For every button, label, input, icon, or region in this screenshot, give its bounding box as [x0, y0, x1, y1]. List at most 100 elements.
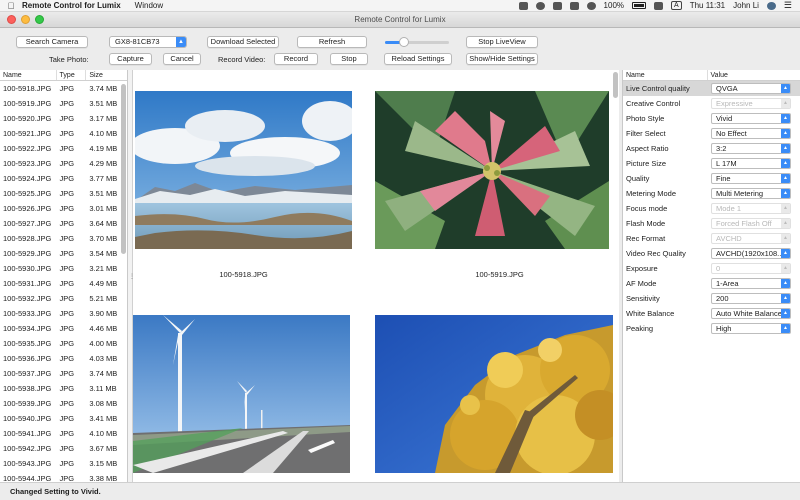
setting-value-select[interactable]: 3:2 ▲	[711, 143, 791, 154]
settings-row[interactable]: Focus mode Mode 1 ▲	[623, 201, 800, 216]
thumbnail-wind-turbines[interactable]	[133, 315, 350, 473]
column-header-setting-name[interactable]: Name	[623, 70, 708, 80]
show-hide-settings-button[interactable]: Show/Hide Settings	[466, 53, 538, 65]
clock[interactable]: Thu 11:31	[690, 1, 725, 10]
apple-menu-icon[interactable]: 	[0, 1, 22, 11]
column-header-name[interactable]: Name	[0, 70, 57, 80]
cast-icon[interactable]	[569, 1, 579, 10]
sync-icon[interactable]	[535, 1, 545, 10]
file-row[interactable]: 100-5939.JPG JPG 3.08 MB	[0, 396, 127, 411]
window-menu[interactable]: Window	[135, 1, 163, 10]
search-camera-button[interactable]: Search Camera	[16, 36, 88, 48]
thumbnail-lake-landscape[interactable]	[135, 91, 352, 249]
stop-liveview-button[interactable]: Stop LiveView	[466, 36, 538, 48]
zoom-slider[interactable]	[385, 37, 449, 47]
file-row[interactable]: 100-5920.JPG JPG 3.17 MB	[0, 111, 127, 126]
settings-row[interactable]: Peaking High ▲	[623, 321, 800, 336]
file-table-scrollbar[interactable]	[121, 84, 126, 254]
app-menu[interactable]: Remote Control for Lumix	[22, 1, 121, 10]
file-row[interactable]: 100-5925.JPG JPG 3.51 MB	[0, 186, 127, 201]
file-row[interactable]: 100-5931.JPG JPG 4.49 MB	[0, 276, 127, 291]
settings-row[interactable]: Picture Size L 17M ▲	[623, 156, 800, 171]
settings-row[interactable]: Sensitivity 200 ▲	[623, 291, 800, 306]
file-row[interactable]: 100-5942.JPG JPG 3.67 MB	[0, 441, 127, 456]
settings-row[interactable]: Photo Style Vivid ▲	[623, 111, 800, 126]
thumbnail-autumn-tree[interactable]	[375, 315, 613, 473]
cancel-button[interactable]: Cancel	[163, 53, 201, 65]
column-header-setting-value[interactable]: Value	[708, 70, 800, 80]
setting-value-select[interactable]: Fine ▲	[711, 173, 791, 184]
capture-button[interactable]: Capture	[109, 53, 152, 65]
file-row[interactable]: 100-5938.JPG JPG 3.11 MB	[0, 381, 127, 396]
user-avatar-icon[interactable]	[766, 1, 776, 10]
thumbnail-poinsettia[interactable]	[375, 91, 609, 249]
settings-row[interactable]: Creative Control Expressive ▲	[623, 96, 800, 111]
file-row[interactable]: 100-5936.JPG JPG 4.03 MB	[0, 351, 127, 366]
camera-select[interactable]: GX8-81CB73 ▲	[109, 36, 187, 48]
input-source[interactable]: A	[671, 1, 682, 10]
file-row[interactable]: 100-5922.JPG JPG 4.19 MB	[0, 141, 127, 156]
volume-icon[interactable]	[654, 1, 664, 10]
setting-value-select[interactable]: 200 ▲	[711, 293, 791, 304]
settings-row[interactable]: Rec Format AVCHD ▲	[623, 231, 800, 246]
setting-value-select[interactable]: L 17M ▲	[711, 158, 791, 169]
setting-value-select[interactable]: High ▲	[711, 323, 791, 334]
zoom-slider-knob[interactable]	[399, 37, 410, 47]
list-icon[interactable]: ☰	[784, 0, 792, 11]
setting-value-select[interactable]: No Effect ▲	[711, 128, 791, 139]
thumbnail-grid[interactable]: 100-5918.JPG 100-5919.JPG	[133, 70, 619, 482]
file-table[interactable]: Name Type Size 100-5918.JPG JPG 3.74 MB 100…	[0, 70, 128, 482]
stop-button[interactable]: Stop	[330, 53, 368, 65]
file-row[interactable]: 100-5921.JPG JPG 4.10 MB	[0, 126, 127, 141]
file-size-cell: 4.49 MB	[89, 279, 118, 288]
file-row[interactable]: 100-5926.JPG JPG 3.01 MB	[0, 201, 127, 216]
file-row[interactable]: 100-5923.JPG JPG 4.29 MB	[0, 156, 127, 171]
settings-table[interactable]: Name Value Live Control quality QVGA ▲ Crea…	[622, 70, 800, 482]
file-row[interactable]: 100-5932.JPG JPG 5.21 MB	[0, 291, 127, 306]
thumbnail-grid-scrollbar[interactable]	[613, 72, 618, 98]
file-row[interactable]: 100-5935.JPG JPG 4.00 MB	[0, 336, 127, 351]
file-row[interactable]: 100-5941.JPG JPG 4.10 MB	[0, 426, 127, 441]
setting-value-select[interactable]: Vivid ▲	[711, 113, 791, 124]
file-row[interactable]: 100-5937.JPG JPG 3.74 MB	[0, 366, 127, 381]
file-row[interactable]: 100-5918.JPG JPG 3.74 MB	[0, 81, 127, 96]
file-row[interactable]: 100-5933.JPG JPG 3.90 MB	[0, 306, 127, 321]
setting-value-select[interactable]: Auto White Balance ▲	[711, 308, 791, 319]
setting-value-select[interactable]: Multi Metering ▲	[711, 188, 791, 199]
file-row[interactable]: 100-5943.JPG JPG 3.15 MB	[0, 456, 127, 471]
refresh-button[interactable]: Refresh	[297, 36, 367, 48]
settings-row[interactable]: Filter Select No Effect ▲	[623, 126, 800, 141]
record-button[interactable]: Record	[274, 53, 318, 65]
download-selected-button[interactable]: Download Selected	[207, 36, 279, 48]
reload-settings-button[interactable]: Reload Settings	[384, 53, 452, 65]
stats-icon[interactable]	[518, 1, 528, 10]
settings-row[interactable]: Exposure 0 ▲	[623, 261, 800, 276]
setting-value-select[interactable]: 1-Area ▲	[711, 278, 791, 289]
settings-row[interactable]: AF Mode 1-Area ▲	[623, 276, 800, 291]
file-type-cell: JPG	[59, 384, 75, 393]
file-row[interactable]: 100-5919.JPG JPG 3.51 MB	[0, 96, 127, 111]
settings-row[interactable]: Live Control quality QVGA ▲	[623, 81, 800, 96]
file-row[interactable]: 100-5930.JPG JPG 3.21 MB	[0, 261, 127, 276]
settings-row[interactable]: Metering Mode Multi Metering ▲	[623, 186, 800, 201]
file-row[interactable]: 100-5944.JPG JPG 3.38 MB	[0, 471, 127, 482]
settings-row[interactable]: Flash Mode Forced Flash Off ▲	[623, 216, 800, 231]
bluetooth-icon[interactable]	[552, 1, 562, 10]
settings-row[interactable]: Video Rec Quality AVCHD(1920x108... ▲	[623, 246, 800, 261]
setting-value-select[interactable]: AVCHD(1920x108... ▲	[711, 248, 791, 259]
column-header-size[interactable]: Size	[86, 70, 127, 80]
column-header-type[interactable]: Type	[57, 70, 87, 80]
file-row[interactable]: 100-5927.JPG JPG 3.64 MB	[0, 216, 127, 231]
settings-row[interactable]: White Balance Auto White Balance ▲	[623, 306, 800, 321]
settings-row[interactable]: Aspect Ratio 3:2 ▲	[623, 141, 800, 156]
file-row[interactable]: 100-5940.JPG JPG 3.41 MB	[0, 411, 127, 426]
file-row[interactable]: 100-5929.JPG JPG 3.54 MB	[0, 246, 127, 261]
battery-icon[interactable]	[632, 2, 647, 9]
setting-value-select[interactable]: QVGA ▲	[711, 83, 791, 94]
file-row[interactable]: 100-5924.JPG JPG 3.77 MB	[0, 171, 127, 186]
file-row[interactable]: 100-5934.JPG JPG 4.46 MB	[0, 321, 127, 336]
user-name[interactable]: John Li	[733, 1, 759, 10]
wifi-icon[interactable]	[586, 1, 596, 10]
file-row[interactable]: 100-5928.JPG JPG 3.70 MB	[0, 231, 127, 246]
settings-row[interactable]: Quality Fine ▲	[623, 171, 800, 186]
